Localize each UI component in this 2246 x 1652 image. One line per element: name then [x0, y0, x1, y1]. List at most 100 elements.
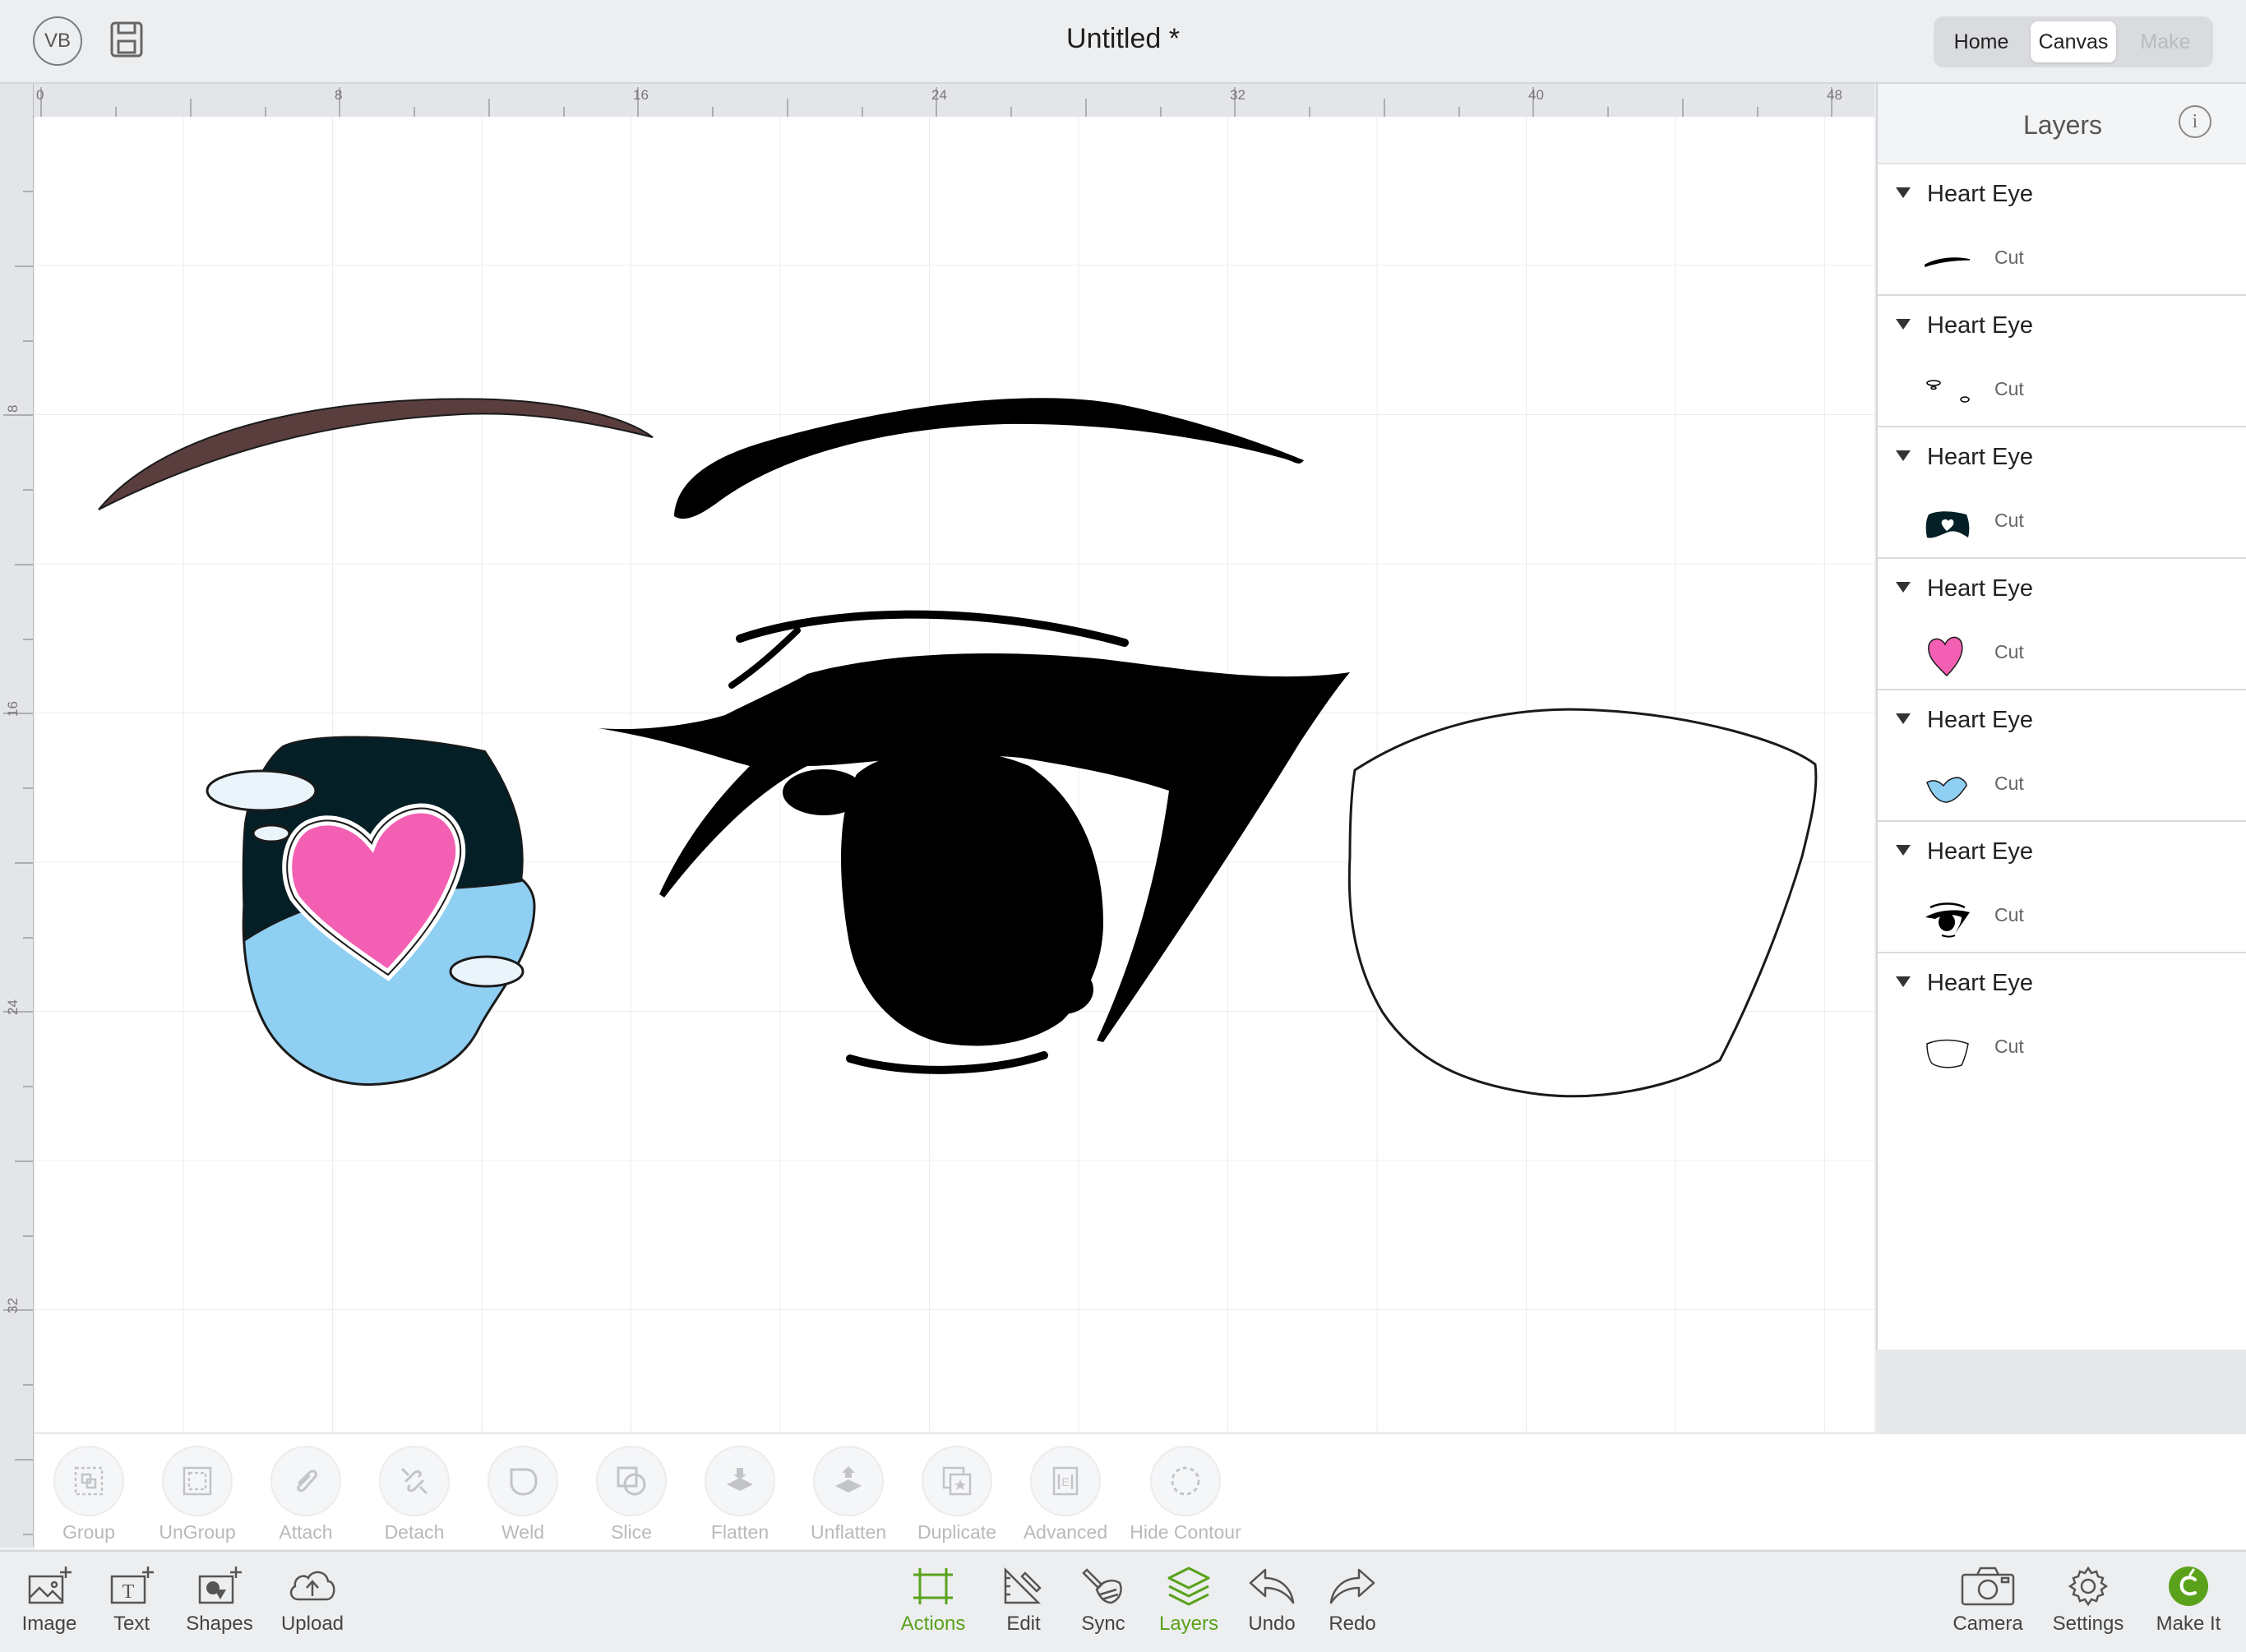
layers-button[interactable]: Layers	[1154, 1565, 1223, 1636]
mode-switch: Home Canvas Make	[1934, 16, 2213, 67]
layer-name: Heart Eye	[1927, 444, 2033, 470]
collapse-caret-icon[interactable]	[1896, 713, 1911, 724]
layer-operation[interactable]: Cut	[1994, 641, 2024, 663]
layer-operation[interactable]: Cut	[1994, 247, 2024, 269]
text-add-icon: T	[110, 1567, 154, 1604]
settings-label: Settings	[2052, 1613, 2124, 1635]
unflatten-icon	[835, 1466, 862, 1493]
duplicate-icon	[942, 1466, 972, 1496]
home-tab[interactable]: Home	[1939, 21, 2024, 62]
ruler-label: 32	[5, 1298, 21, 1313]
svg-text:T: T	[122, 1581, 135, 1603]
duplicate-button[interactable]: Duplicate	[903, 1446, 1011, 1544]
ruler-label: 32	[1230, 87, 1245, 103]
layer-item[interactable]: Heart Eye Cut	[1878, 296, 2246, 427]
make-tab[interactable]: Make	[2123, 21, 2208, 62]
unflatten-button[interactable]: Unflatten	[794, 1446, 903, 1544]
layer-operation[interactable]: Cut	[1994, 378, 2024, 400]
flatten-button[interactable]: Flatten	[686, 1446, 794, 1544]
layer-item[interactable]: Heart Eye Cut	[1878, 164, 2246, 296]
shapes-label: Shapes	[186, 1613, 253, 1635]
layer-item[interactable]: Heart Eye Cut	[1878, 559, 2246, 690]
hide-contour-button[interactable]: Hide Contour	[1120, 1446, 1251, 1544]
layer-operation[interactable]: Cut	[1994, 773, 2024, 795]
layer-name: Heart Eye	[1927, 181, 2033, 207]
ruler-label: 8	[5, 404, 21, 413]
eye-white-shape[interactable]	[1347, 708, 1818, 1098]
detach-button[interactable]: Detach	[360, 1446, 469, 1544]
shapes-button[interactable]: Shapes	[184, 1565, 255, 1636]
collapse-caret-icon[interactable]	[1896, 319, 1911, 330]
ungroup-label: UnGroup	[159, 1521, 236, 1543]
edit-label: Edit	[1006, 1613, 1041, 1635]
highlight-shape[interactable]	[206, 769, 317, 812]
attach-button[interactable]: Attach	[252, 1446, 360, 1544]
image-label: Image	[21, 1613, 77, 1635]
collapse-caret-icon[interactable]	[1896, 582, 1911, 593]
heart-thumb-icon	[1928, 636, 1963, 677]
eye-white-thumb-icon	[1926, 1039, 1969, 1068]
undo-label: Undo	[1248, 1613, 1296, 1635]
eyebrow-right-shape[interactable]	[674, 398, 1304, 519]
cloud-upload-icon	[289, 1571, 335, 1601]
eyebrow-left-shape[interactable]	[98, 398, 654, 510]
slice-button[interactable]: Slice	[577, 1446, 686, 1544]
collapse-caret-icon[interactable]	[1896, 976, 1911, 987]
duplicate-label: Duplicate	[917, 1521, 996, 1543]
info-icon[interactable]: i	[2179, 105, 2211, 138]
ruler-label: 24	[931, 87, 947, 103]
highlight-shape[interactable]	[449, 955, 525, 988]
highlights-thumb-icon	[1926, 380, 1970, 403]
make-it-label: Make It	[2156, 1613, 2221, 1635]
sync-button[interactable]: Sync	[1072, 1565, 1135, 1636]
layer-item[interactable]: Heart Eye Cut	[1878, 690, 2246, 822]
layer-operation[interactable]: Cut	[1994, 904, 2024, 926]
upload-button[interactable]: Upload	[275, 1565, 350, 1636]
edit-button[interactable]: Edit	[995, 1565, 1052, 1636]
layer-name: Heart Eye	[1927, 312, 2033, 339]
group-button[interactable]: Group	[35, 1446, 143, 1544]
group-label: Group	[62, 1521, 115, 1543]
actions-button[interactable]: Actions	[896, 1565, 970, 1636]
image-button[interactable]: Image	[16, 1565, 82, 1636]
upload-label: Upload	[280, 1613, 344, 1635]
document-title: Untitled *	[1066, 23, 1180, 54]
layer-item[interactable]: Heart Eye Cut	[1878, 953, 2246, 1083]
camera-label: Camera	[1953, 1613, 2023, 1635]
settings-button[interactable]: Settings	[2047, 1565, 2129, 1636]
highlight-shape[interactable]	[252, 824, 291, 843]
heart-eye-group[interactable]	[206, 736, 536, 1086]
shapes-add-icon	[198, 1567, 242, 1604]
ruler-label: 0	[36, 87, 44, 103]
lower-lid-shape[interactable]	[846, 1051, 1048, 1074]
ruler-label: 16	[633, 87, 649, 103]
ungroup-icon	[183, 1466, 212, 1496]
layer-operation[interactable]: Cut	[1994, 1036, 2024, 1058]
layer-item[interactable]: Heart Eye Cut	[1878, 822, 2246, 953]
paperclip-icon	[297, 1470, 317, 1493]
layer-operation[interactable]: Cut	[1994, 510, 2024, 532]
make-it-button[interactable]: Make It	[2147, 1565, 2230, 1636]
horizontal-ruler-ticks	[40, 87, 1832, 117]
design-canvas[interactable]	[35, 117, 1874, 1432]
gear-icon	[2068, 1566, 2109, 1607]
ruler-label: 8	[335, 87, 343, 103]
redo-button[interactable]: Redo	[1324, 1565, 1381, 1636]
sync-icon	[1082, 1568, 1122, 1604]
layer-name: Heart Eye	[1927, 707, 2033, 733]
slice-label: Slice	[611, 1521, 652, 1543]
collapse-caret-icon[interactable]	[1896, 845, 1911, 856]
edit-ruler-pencil-icon	[1004, 1567, 1042, 1604]
layer-name: Heart Eye	[1927, 970, 2033, 996]
flatten-icon	[727, 1468, 753, 1491]
canvas-tab[interactable]: Canvas	[2031, 21, 2116, 62]
undo-button[interactable]: Undo	[1243, 1565, 1301, 1636]
ungroup-button[interactable]: UnGroup	[143, 1446, 252, 1544]
advanced-button[interactable]: E Advanced	[1011, 1446, 1120, 1544]
collapse-caret-icon[interactable]	[1896, 450, 1911, 461]
collapse-caret-icon[interactable]	[1896, 187, 1911, 198]
layer-item[interactable]: Heart Eye Cut	[1878, 427, 2246, 559]
camera-button[interactable]: Camera	[1950, 1565, 2026, 1636]
weld-button[interactable]: Weld	[469, 1446, 577, 1544]
text-button[interactable]: T Text	[99, 1565, 164, 1636]
